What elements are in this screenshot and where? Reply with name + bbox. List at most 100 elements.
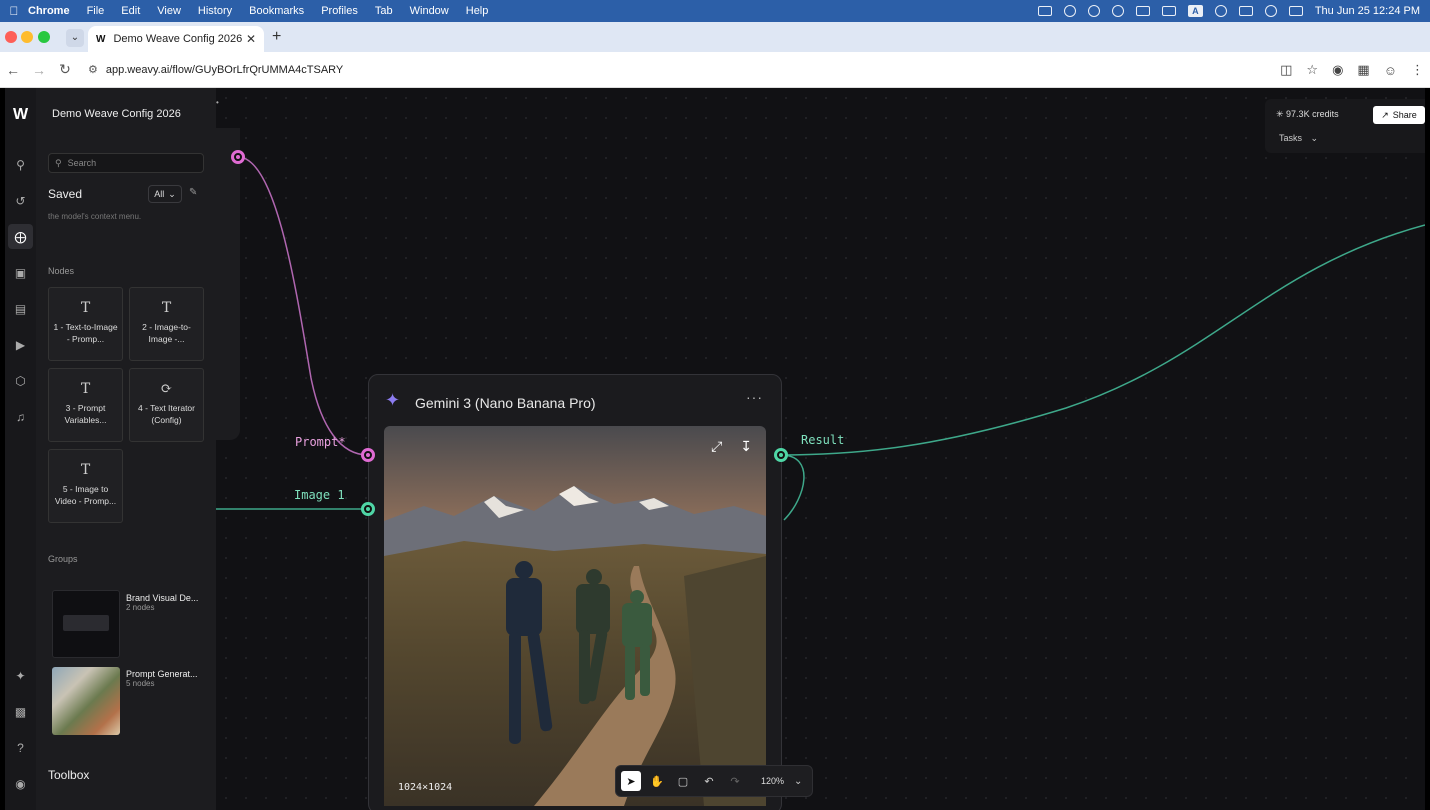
- canvas-toolbar: ➤ ✋ ▢ ↶ ↷ 120% ⌄: [615, 765, 813, 797]
- profile-avatar-icon[interactable]: ☺: [1384, 63, 1397, 78]
- weavy-logo-icon[interactable]: W: [8, 102, 33, 127]
- chevron-down-icon[interactable]: ⌄: [794, 776, 802, 787]
- site-info-icon[interactable]: ⚙: [88, 63, 98, 76]
- menu-help[interactable]: Help: [466, 5, 489, 17]
- node-card-1[interactable]: T 1 - Text-to-Image - Promp...: [48, 287, 123, 361]
- edit-pencil-icon[interactable]: ✎: [189, 187, 197, 198]
- menubar-clock[interactable]: Thu Jun 25 12:24 PM: [1315, 5, 1420, 17]
- menu-view[interactable]: View: [157, 5, 181, 17]
- extension-icon[interactable]: ◉: [1332, 62, 1343, 78]
- group-thumbnail[interactable]: [52, 590, 120, 658]
- search-input[interactable]: ⚲ Search: [48, 153, 204, 173]
- battery-icon[interactable]: [1238, 6, 1253, 16]
- text-node-icon: T: [161, 300, 172, 316]
- browser-tab[interactable]: W Demo Weave Config 2026 ✕: [88, 26, 264, 52]
- grid-status-icon[interactable]: [1037, 6, 1052, 16]
- gallery-icon[interactable]: ▩: [8, 699, 33, 724]
- sticky-note-icon[interactable]: ▢: [673, 771, 693, 791]
- creative-cloud-icon[interactable]: [1063, 5, 1076, 17]
- bookmark-star-icon[interactable]: ☆: [1306, 62, 1318, 78]
- screen-tool-icon[interactable]: [1135, 6, 1150, 16]
- group-count: 5 nodes: [126, 679, 155, 688]
- node-card-5[interactable]: T 5 - Image to Video - Promp...: [48, 449, 123, 523]
- nodes-heading: Nodes: [48, 266, 75, 276]
- grammarly-icon[interactable]: [1087, 5, 1100, 17]
- apple-icon[interactable]: : [0, 4, 28, 18]
- image-icon[interactable]: ▤: [8, 296, 33, 321]
- briefcase-icon[interactable]: ▣: [8, 260, 33, 285]
- reload-icon[interactable]: ↻: [52, 61, 78, 78]
- toolbox-heading[interactable]: Toolbox: [48, 768, 89, 782]
- node-card-label: 5 - Image to Video - Promp...: [54, 484, 117, 506]
- group-name[interactable]: Brand Visual De...: [126, 593, 198, 603]
- node-card-4[interactable]: ⟳ 4 - Text Iterator (Config): [129, 368, 204, 442]
- group-name[interactable]: Prompt Generat...: [126, 669, 198, 679]
- node-card-label: 2 - Image-to-Image -...: [142, 322, 191, 344]
- image-input-port[interactable]: [361, 502, 375, 516]
- weavy-favicon-icon: W: [96, 33, 106, 45]
- generated-image[interactable]: ⤢ ↧ 1024×1024: [384, 426, 766, 806]
- menu-tab[interactable]: Tab: [375, 5, 393, 17]
- wifi-icon[interactable]: [1214, 5, 1227, 17]
- menu-history[interactable]: History: [198, 5, 232, 17]
- minimize-window-button[interactable]: [21, 31, 33, 43]
- share-button[interactable]: ↗ Share: [1373, 106, 1425, 124]
- undo-icon[interactable]: ↶: [699, 771, 719, 791]
- menu-window[interactable]: Window: [410, 5, 449, 17]
- tab-title: Demo Weave Config 2026: [113, 33, 243, 45]
- display-icon[interactable]: [1161, 6, 1176, 16]
- search-icon[interactable]: ⚲: [8, 152, 33, 177]
- filter-select[interactable]: All ⌄: [148, 185, 182, 203]
- project-title[interactable]: Demo Weave Config 2026: [52, 108, 181, 120]
- music-icon[interactable]: ♫: [8, 404, 33, 429]
- url-text[interactable]: app.weavy.ai/flow/GUyBOrLfrQrUMMA4cTSARY: [106, 64, 343, 76]
- tasks-dropdown[interactable]: Tasks ⌄: [1279, 133, 1318, 144]
- video-icon[interactable]: ▶: [8, 332, 33, 357]
- menu-edit[interactable]: Edit: [121, 5, 140, 17]
- input-source-icon[interactable]: A: [1187, 5, 1203, 17]
- spotlight-search-icon[interactable]: [1264, 5, 1277, 17]
- tab-search-chevron-icon[interactable]: ⌄: [66, 29, 84, 47]
- extension-status-icon[interactable]: [1111, 5, 1124, 17]
- node-menu-icon[interactable]: ···: [746, 389, 763, 405]
- expand-icon[interactable]: ⤢: [711, 438, 722, 455]
- chrome-menu-icon[interactable]: ⋮: [1411, 62, 1424, 78]
- maximize-window-button[interactable]: [38, 31, 50, 43]
- node-card-2[interactable]: T 2 - Image-to-Image -...: [129, 287, 204, 361]
- control-center-icon[interactable]: [1288, 6, 1303, 16]
- result-output-label: Result: [801, 433, 845, 447]
- collapse-panel-icon[interactable]: •: [216, 98, 219, 107]
- node-card-label: 1 - Text-to-Image - Promp...: [53, 322, 118, 344]
- 3d-cube-icon[interactable]: ⬡: [8, 368, 33, 393]
- close-tab-icon[interactable]: ✕: [246, 32, 256, 46]
- nodes-library-icon[interactable]: ⨁: [8, 224, 33, 249]
- install-app-icon[interactable]: ◫: [1280, 62, 1292, 78]
- discord-icon[interactable]: ◉: [8, 771, 33, 796]
- zoom-level[interactable]: 120%: [761, 776, 784, 786]
- puzzle-extensions-icon[interactable]: ▦: [1357, 62, 1369, 78]
- redo-icon[interactable]: ↷: [725, 771, 745, 791]
- pan-hand-icon[interactable]: ✋: [647, 771, 667, 791]
- close-window-button[interactable]: [5, 31, 17, 43]
- help-icon[interactable]: ?: [8, 735, 33, 760]
- back-icon[interactable]: ←: [0, 62, 26, 78]
- address-bar[interactable]: ⚙ app.weavy.ai/flow/GUyBOrLfrQrUMMA4cTSA…: [88, 63, 343, 77]
- node-card-3[interactable]: T 3 - Prompt Variables...: [48, 368, 123, 442]
- ai-sparkle-icon[interactable]: ✦: [8, 663, 33, 688]
- result-output-port[interactable]: [774, 448, 788, 462]
- forward-icon[interactable]: →: [26, 62, 52, 78]
- new-tab-icon[interactable]: +: [272, 28, 281, 46]
- browser-toolbar: ← → ↻ ⚙ app.weavy.ai/flow/GUyBOrLfrQrUMM…: [0, 52, 1430, 88]
- menu-file[interactable]: File: [87, 5, 105, 17]
- prompt-input-port[interactable]: [361, 448, 375, 462]
- prompt-source-port[interactable]: [231, 150, 245, 164]
- menu-profiles[interactable]: Profiles: [321, 5, 358, 17]
- download-icon[interactable]: ↧: [740, 438, 752, 455]
- group-thumbnail[interactable]: [52, 667, 120, 735]
- menu-bookmarks[interactable]: Bookmarks: [249, 5, 304, 17]
- history-icon[interactable]: ↺: [8, 188, 33, 213]
- floating-panel-edge: [216, 128, 240, 440]
- menu-chrome[interactable]: Chrome: [28, 5, 70, 17]
- select-pointer-icon[interactable]: ➤: [621, 771, 641, 791]
- flow-canvas[interactable]: ✳ 97.3K credits ↗ Share Tasks ⌄ ✦ Gemini…: [216, 88, 1425, 810]
